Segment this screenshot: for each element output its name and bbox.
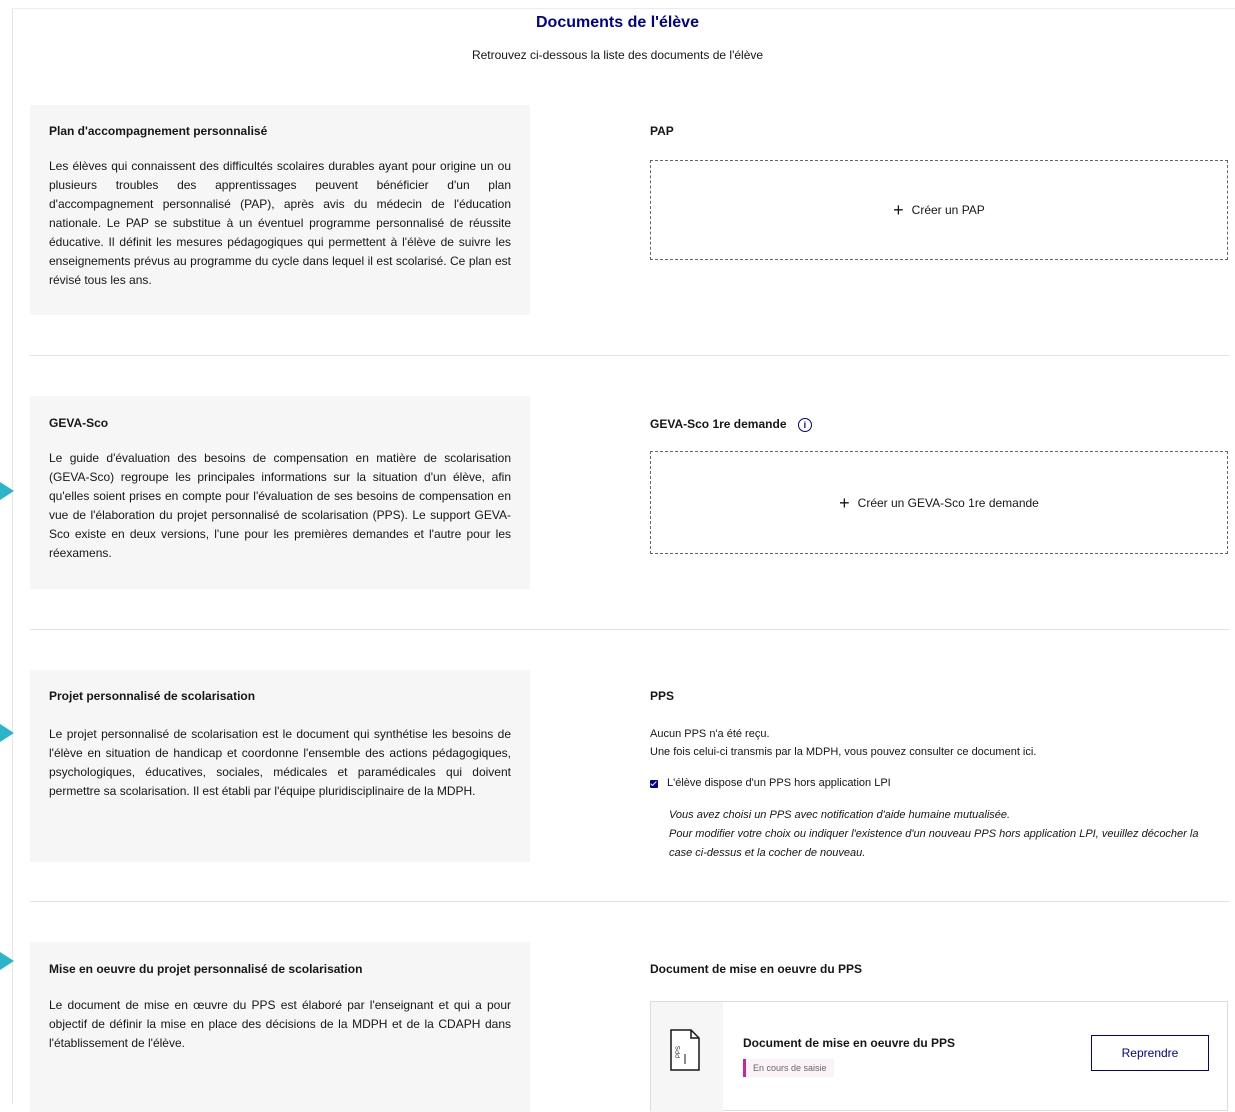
pps-status-text: Aucun PPS n'a été reçu. (650, 728, 770, 740)
side-arrow-marker (0, 482, 14, 500)
section-divider (30, 629, 1229, 630)
side-arrow-marker (0, 952, 14, 970)
geva-description-text: Le guide d'évaluation des besoins de com… (49, 451, 511, 560)
geva-title: GEVA-Sco 1re demande (650, 417, 787, 431)
section-divider (30, 355, 1229, 356)
mise-description-title: Mise en oeuvre du projet personnalisé de… (49, 962, 363, 976)
plus-icon: + (839, 492, 850, 513)
page-title: Documents de l'élève (536, 14, 699, 31)
pps-description-text: Le projet personnalisé de scolarisation … (49, 727, 511, 798)
page-subtitle: Retrouvez ci-dessous la liste des docume… (471, 48, 764, 62)
pps-choice-note: Vous avez choisi un PPS avec notificatio… (669, 809, 1011, 821)
create-pap-label: Créer un PAP (911, 203, 985, 217)
reprendre-button[interactable]: Reprendre (1091, 1035, 1209, 1071)
pps-hors-lpi-checkbox[interactable] (650, 780, 658, 788)
geva-description-panel: GEVA-Sco Le guide d'évaluation des besoi… (30, 396, 530, 589)
mise-description-panel: Mise en oeuvre du projet personnalisé de… (30, 942, 530, 1112)
info-icon[interactable]: i (797, 417, 812, 432)
mise-document-card: PPS Document de mise en oeuvre du PPS En… (650, 1001, 1228, 1112)
pps-description-title: Projet personnalisé de scolarisation (49, 689, 256, 703)
document-icon-label: PPS (676, 1046, 682, 1058)
plus-icon: + (893, 200, 904, 220)
create-geva-label: Créer un GEVA-Sco 1re demande (857, 495, 1039, 510)
pps-info-text: Une fois celui-ci transmis par la MDPH, … (650, 746, 1037, 758)
document-icon: PPS (670, 1029, 700, 1071)
geva-title-row: GEVA-Sco 1re demande i (650, 417, 812, 432)
mise-description-text: Le document de mise en œuvre du PPS est … (49, 998, 511, 1050)
pps-title: PPS (650, 689, 675, 703)
mise-title: Document de mise en oeuvre du PPS (650, 962, 863, 976)
status-badge: En cours de saisie (743, 1059, 834, 1077)
geva-description-title: GEVA-Sco (49, 416, 109, 430)
side-arrow-marker (0, 724, 14, 742)
pap-title: PAP (650, 124, 674, 138)
document-icon-panel: PPS (651, 1002, 723, 1112)
pap-description-panel: Plan d'accompagnement personnalisé Les é… (30, 105, 530, 315)
pps-checkbox-label[interactable]: L'élève dispose d'un PPS hors applicatio… (667, 777, 891, 789)
pps-description-panel: Projet personnalisé de scolarisation Le … (30, 670, 530, 862)
pap-description-text: Les élèves qui connaissent des difficult… (49, 159, 511, 287)
create-pap-button[interactable]: + Créer un PAP (650, 160, 1228, 260)
section-divider (30, 901, 1229, 902)
mise-card-title: Document de mise en oeuvre du PPS (743, 1036, 956, 1050)
pps-modify-note: Pour modifier votre choix ou indiquer l'… (669, 828, 1199, 859)
pap-description-title: Plan d'accompagnement personnalisé (49, 124, 268, 138)
create-geva-button[interactable]: + Créer un GEVA-Sco 1re demande (650, 451, 1228, 554)
